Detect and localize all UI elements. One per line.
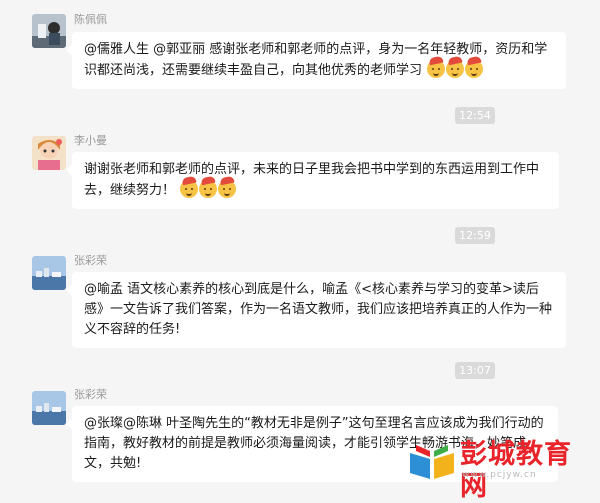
- message-text: 谢谢张老师和郭老师的点评，未来的日子里我会把书中学到的东西运用到工作中去，继续努…: [84, 162, 540, 198]
- timestamp: 12:59: [455, 227, 495, 244]
- avatar[interactable]: [32, 136, 66, 170]
- party-face-icon: [218, 180, 237, 198]
- book-logo-icon: [410, 445, 454, 479]
- party-face-icon: [446, 60, 465, 78]
- avatar[interactable]: [32, 256, 66, 290]
- party-face-icon: [427, 60, 446, 78]
- party-face-icon: [199, 180, 218, 198]
- sender-name: 李小曼: [74, 134, 107, 147]
- timestamp: 13:07: [455, 362, 495, 379]
- watermark-url: www.pcjyw.cn: [462, 470, 537, 480]
- party-face-icon: [180, 180, 199, 198]
- sender-name: 张彩荣: [74, 254, 107, 267]
- watermark: 彭城教育网 www.pcjyw.cn: [408, 437, 598, 502]
- sender-name: 陈佩佩: [74, 13, 107, 26]
- timestamp: 12:54: [455, 107, 495, 124]
- sender-name: 张彩荣: [74, 388, 107, 401]
- message-bubble[interactable]: @喻孟 语文核心素养的核心到底是什么，喻孟《<核心素养与学习的变革>读后感》一文…: [66, 272, 566, 348]
- party-face-icon: [465, 60, 484, 78]
- avatar[interactable]: [32, 391, 66, 425]
- message-text: @喻孟 语文核心素养的核心到底是什么，喻孟《<核心素养与学习的变革>读后感》一文…: [84, 282, 553, 337]
- message-bubble[interactable]: 谢谢张老师和郭老师的点评，未来的日子里我会把书中学到的东西运用到工作中去，继续努…: [66, 152, 559, 209]
- message-bubble[interactable]: @儒雅人生 @郭亚丽 感谢张老师和郭老师的点评，身为一名年轻教师，资历和学识都还…: [66, 32, 566, 89]
- avatar[interactable]: [32, 14, 66, 48]
